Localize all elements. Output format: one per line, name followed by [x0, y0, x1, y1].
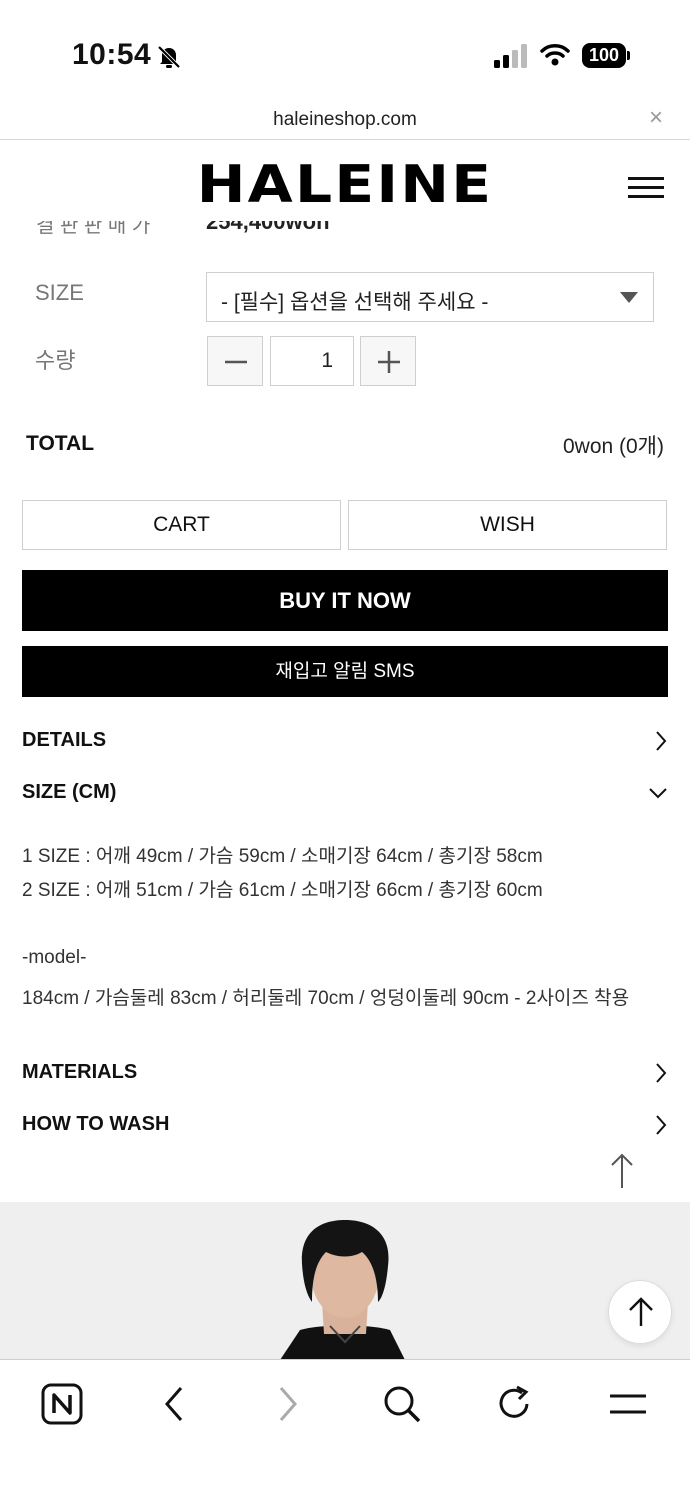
- dropdown-arrow-icon: [620, 292, 638, 303]
- site-header: HALEINE: [0, 141, 690, 221]
- chevron-right-icon: [656, 1063, 667, 1083]
- browser-toolbar: [0, 1359, 690, 1500]
- battery-indicator: 100: [582, 43, 630, 68]
- price-row-partial: 결 판 판 매 가 254,400won: [0, 221, 690, 241]
- site-logo[interactable]: HALEINE: [0, 155, 690, 215]
- battery-tip: [627, 51, 630, 60]
- arrow-up-icon: [629, 1297, 653, 1326]
- minus-icon: [225, 360, 247, 364]
- accordion-size-title: SIZE (CM): [22, 781, 117, 803]
- price-value: 254,400won: [206, 221, 330, 234]
- chevron-down-icon: [649, 788, 667, 799]
- size-line-2: 2 SIZE : 어깨 51cm / 가슴 61cm / 소매기장 66cm /…: [22, 880, 543, 901]
- accordion-wash-title: HOW TO WASH: [22, 1113, 170, 1135]
- size-select-value: - [필수] 옵션을 선택해 주세요 -: [221, 291, 489, 314]
- wifi-icon: [540, 44, 570, 66]
- hamburger-menu-icon[interactable]: [628, 177, 664, 199]
- browser-url-bar[interactable]: haleineshop.com ×: [0, 100, 690, 140]
- bell-slash-icon: [157, 45, 181, 69]
- search-icon[interactable]: [380, 1382, 424, 1426]
- plus-icon: [378, 351, 400, 373]
- accordion-size[interactable]: SIZE (CM): [22, 778, 668, 808]
- quantity-decrease-button[interactable]: [207, 336, 263, 386]
- quantity-input[interactable]: 1: [270, 336, 354, 386]
- naver-n-icon[interactable]: [40, 1382, 84, 1426]
- menu-icon[interactable]: [606, 1382, 650, 1426]
- accordion-materials-title: MATERIALS: [22, 1061, 138, 1083]
- model-photo-image: [0, 1202, 690, 1360]
- accordion-details-title: DETAILS: [22, 729, 107, 751]
- chevron-right-icon: [656, 731, 667, 751]
- wish-button[interactable]: WISH: [348, 500, 667, 550]
- model-info: 184cm / 가슴둘레 83cm / 허리둘레 70cm / 엉덩이둘레 90…: [22, 988, 630, 1009]
- quantity-label: 수량: [35, 348, 76, 373]
- size-select[interactable]: - [필수] 옵션을 선택해 주세요 -: [206, 272, 654, 322]
- size-line-1: 1 SIZE : 어깨 49cm / 가슴 59cm / 소매기장 64cm /…: [22, 846, 543, 867]
- cart-button[interactable]: CART: [22, 500, 341, 550]
- quantity-increase-button[interactable]: [360, 336, 416, 386]
- close-icon[interactable]: ×: [644, 106, 668, 130]
- accordion-details[interactable]: DETAILS: [22, 726, 668, 756]
- signal-icon: [494, 44, 527, 68]
- arrow-up-icon[interactable]: [608, 1152, 636, 1190]
- scroll-to-top-button[interactable]: [608, 1280, 672, 1344]
- size-label: SIZE: [35, 280, 84, 305]
- reload-icon[interactable]: [493, 1382, 537, 1426]
- accordion-materials[interactable]: MATERIALS: [22, 1058, 668, 1088]
- battery-level: 100: [582, 43, 626, 68]
- status-bar: 10:54 100: [0, 0, 690, 100]
- price-label: 결 판 판 매 가: [36, 221, 151, 237]
- total-label: TOTAL: [26, 432, 95, 455]
- url-text[interactable]: haleineshop.com: [0, 109, 690, 131]
- total-value: 0won (0개): [562, 435, 664, 458]
- chevron-right-icon[interactable]: [266, 1382, 310, 1426]
- chevron-left-icon[interactable]: [152, 1382, 196, 1426]
- status-time: 10:54: [72, 38, 152, 71]
- accordion-how-to-wash[interactable]: HOW TO WASH: [22, 1110, 668, 1140]
- model-heading: -model-: [22, 947, 87, 968]
- chevron-right-icon: [656, 1115, 667, 1135]
- restock-sms-button[interactable]: 재입고 알림 SMS: [22, 646, 668, 697]
- product-photo: [0, 1202, 690, 1360]
- buy-now-button[interactable]: BUY IT NOW: [22, 570, 668, 631]
